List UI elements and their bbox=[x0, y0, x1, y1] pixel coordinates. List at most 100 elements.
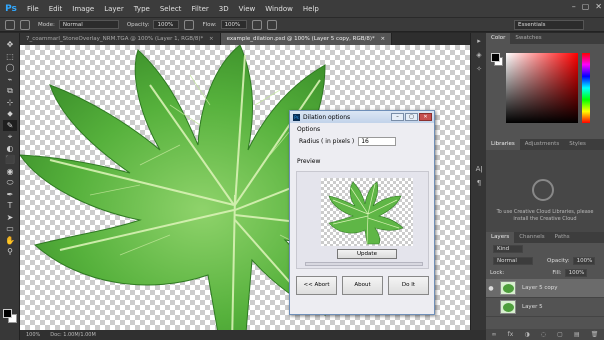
menu-file[interactable]: File bbox=[22, 5, 44, 13]
doc-size: Doc: 1.00M/1.00M bbox=[50, 332, 96, 338]
opacity-field[interactable]: 100% bbox=[153, 20, 180, 29]
preview-leaf bbox=[328, 181, 404, 245]
dialog-actions: << Abort About Do It bbox=[296, 276, 429, 295]
add-mask-icon[interactable]: ◑ bbox=[524, 331, 529, 338]
brush-preset-icon[interactable] bbox=[5, 19, 15, 30]
lasso-tool-icon[interactable]: ◯ bbox=[3, 62, 17, 73]
tab-adjustments[interactable]: Adjustments bbox=[520, 139, 564, 150]
dialog-maximize-button[interactable]: ▢ bbox=[405, 113, 418, 121]
dialog-titlebar[interactable]: Ps Dilation options – ▢ ✕ bbox=[290, 111, 434, 123]
hue-slider[interactable] bbox=[582, 53, 590, 123]
layer-style-icon[interactable]: fx bbox=[508, 331, 514, 338]
color-swatches[interactable] bbox=[3, 309, 17, 323]
layer-name[interactable]: Layer 5 copy bbox=[522, 285, 557, 291]
adjustment-layer-icon[interactable]: ◌ bbox=[541, 331, 546, 338]
menu-select[interactable]: Select bbox=[155, 5, 187, 13]
tab-channels[interactable]: Channels bbox=[514, 232, 549, 243]
gradient-tool-icon[interactable]: ◉ bbox=[3, 166, 17, 177]
healing-tool-icon[interactable]: ⬥ bbox=[3, 108, 17, 119]
tab-example-dilation[interactable]: example_dilation.psd @ 100% (Layer 5 cop… bbox=[220, 33, 393, 45]
menu-edit[interactable]: Edit bbox=[44, 5, 68, 13]
link-layers-icon[interactable]: ∞ bbox=[492, 331, 497, 338]
options-group-label: Options bbox=[297, 126, 321, 133]
creative-cloud-icon bbox=[532, 179, 554, 201]
about-button[interactable]: About bbox=[342, 276, 383, 295]
new-layer-icon[interactable]: ▤ bbox=[574, 331, 580, 338]
abort-button[interactable]: << Abort bbox=[296, 276, 337, 295]
tab-color[interactable]: Color bbox=[486, 33, 511, 44]
hand-tool-icon[interactable]: ✋ bbox=[3, 235, 17, 246]
radius-input[interactable]: 16 bbox=[358, 137, 397, 146]
dialog-close-button[interactable]: ✕ bbox=[419, 113, 432, 121]
panel-foreground-color[interactable] bbox=[491, 53, 500, 62]
color-picker-field[interactable] bbox=[506, 53, 578, 123]
zoom-tool-icon[interactable]: ⚲ bbox=[3, 246, 17, 257]
foreground-color[interactable] bbox=[3, 309, 12, 318]
dodge-tool-icon[interactable]: ⬭ bbox=[3, 177, 17, 188]
layer-row[interactable]: ● Layer 5 copy bbox=[486, 279, 604, 298]
menu-layer[interactable]: Layer bbox=[99, 5, 129, 13]
move-tool-icon[interactable]: ✥ bbox=[3, 39, 17, 50]
menu-type[interactable]: Type bbox=[129, 5, 155, 13]
crop-tool-icon[interactable]: ⧉ bbox=[3, 85, 17, 96]
kind-filter-select[interactable]: Kind bbox=[493, 245, 523, 253]
minimize-button[interactable]: – bbox=[572, 2, 576, 11]
brush-panel-icon[interactable] bbox=[20, 19, 30, 30]
character-panel-icon[interactable]: Aǀ bbox=[473, 165, 485, 175]
new-group-icon[interactable]: ▢ bbox=[557, 331, 563, 338]
pressure-size-icon[interactable] bbox=[266, 19, 277, 30]
marquee-tool-icon[interactable]: ⬚ bbox=[3, 51, 17, 62]
preview-group-label: Preview bbox=[297, 158, 321, 165]
delete-layer-icon[interactable]: 🗑 bbox=[591, 331, 599, 338]
layer-name[interactable]: Layer 5 bbox=[522, 304, 543, 310]
tab-swatches[interactable]: Swatches bbox=[510, 33, 546, 44]
brush-settings-icon[interactable]: ✧ bbox=[473, 65, 485, 75]
menu-view[interactable]: View bbox=[234, 5, 261, 13]
mode-select[interactable]: Normal bbox=[58, 20, 119, 29]
fill-field[interactable]: 100% bbox=[564, 269, 587, 277]
menu-3d[interactable]: 3D bbox=[214, 5, 234, 13]
tab-libraries[interactable]: Libraries bbox=[486, 139, 520, 150]
paragraph-panel-icon[interactable]: ¶ bbox=[473, 179, 485, 189]
expand-panels-icon[interactable]: ▸ bbox=[473, 37, 485, 47]
flow-field[interactable]: 100% bbox=[220, 20, 247, 29]
dialog-minimize-button[interactable]: – bbox=[391, 113, 404, 121]
workspace-select[interactable]: Essentials bbox=[514, 20, 584, 30]
airbrush-icon[interactable] bbox=[251, 19, 262, 30]
menu-window[interactable]: Window bbox=[260, 5, 298, 13]
photoshop-window: Ps File Edit Image Layer Type Select Fil… bbox=[0, 0, 604, 340]
layer-row[interactable]: Layer 5 bbox=[486, 298, 604, 317]
path-select-tool-icon[interactable]: ➤ bbox=[3, 212, 17, 223]
tab-stone-overlay[interactable]: 7_coammarl_StoneOverlay_NRM.TGA @ 100% (… bbox=[20, 33, 221, 45]
history-brush-tool-icon[interactable]: ◐ bbox=[3, 143, 17, 154]
tab-paths[interactable]: Paths bbox=[550, 232, 575, 243]
pressure-opacity-icon[interactable] bbox=[184, 19, 195, 30]
brush-tool-icon[interactable]: ✎ bbox=[3, 119, 17, 131]
close-button[interactable]: ✕ bbox=[595, 2, 602, 11]
tab-close-icon[interactable]: × bbox=[209, 36, 214, 42]
blend-mode-select[interactable]: Normal bbox=[493, 257, 533, 265]
menu-image[interactable]: Image bbox=[67, 5, 99, 13]
panel-dock-strip: ▸ ◈ ✧ Aǀ ¶ bbox=[470, 33, 486, 330]
type-tool-icon[interactable]: T bbox=[3, 200, 17, 211]
shape-tool-icon[interactable]: ▭ bbox=[3, 223, 17, 234]
eraser-tool-icon[interactable]: ⬛ bbox=[3, 154, 17, 165]
layer-opacity-field[interactable]: 100% bbox=[572, 257, 595, 265]
zoom-readout[interactable]: 100% bbox=[26, 332, 40, 338]
color-panel: Color Swatches bbox=[486, 33, 604, 136]
tab-styles[interactable]: Styles bbox=[564, 139, 591, 150]
visibility-eye-icon[interactable]: ● bbox=[486, 285, 496, 292]
eyedropper-tool-icon[interactable]: ⊹ bbox=[3, 97, 17, 108]
tab-layers[interactable]: Layers bbox=[486, 232, 515, 243]
do-it-button[interactable]: Do It bbox=[388, 276, 429, 295]
tab-close-icon[interactable]: × bbox=[381, 36, 386, 42]
maximize-button[interactable]: ▢ bbox=[582, 2, 590, 11]
dialog-body: Options Radius ( in pixels ) 16 Preview bbox=[293, 124, 432, 312]
quick-select-tool-icon[interactable]: ⌁ bbox=[3, 74, 17, 85]
update-button[interactable]: Update bbox=[337, 249, 397, 259]
properties-icon[interactable]: ◈ bbox=[473, 51, 485, 61]
clone-stamp-tool-icon[interactable]: ⌖ bbox=[3, 131, 17, 142]
menu-help[interactable]: Help bbox=[298, 5, 324, 13]
pen-tool-icon[interactable]: ✒ bbox=[3, 189, 17, 200]
menu-filter[interactable]: Filter bbox=[186, 5, 213, 13]
